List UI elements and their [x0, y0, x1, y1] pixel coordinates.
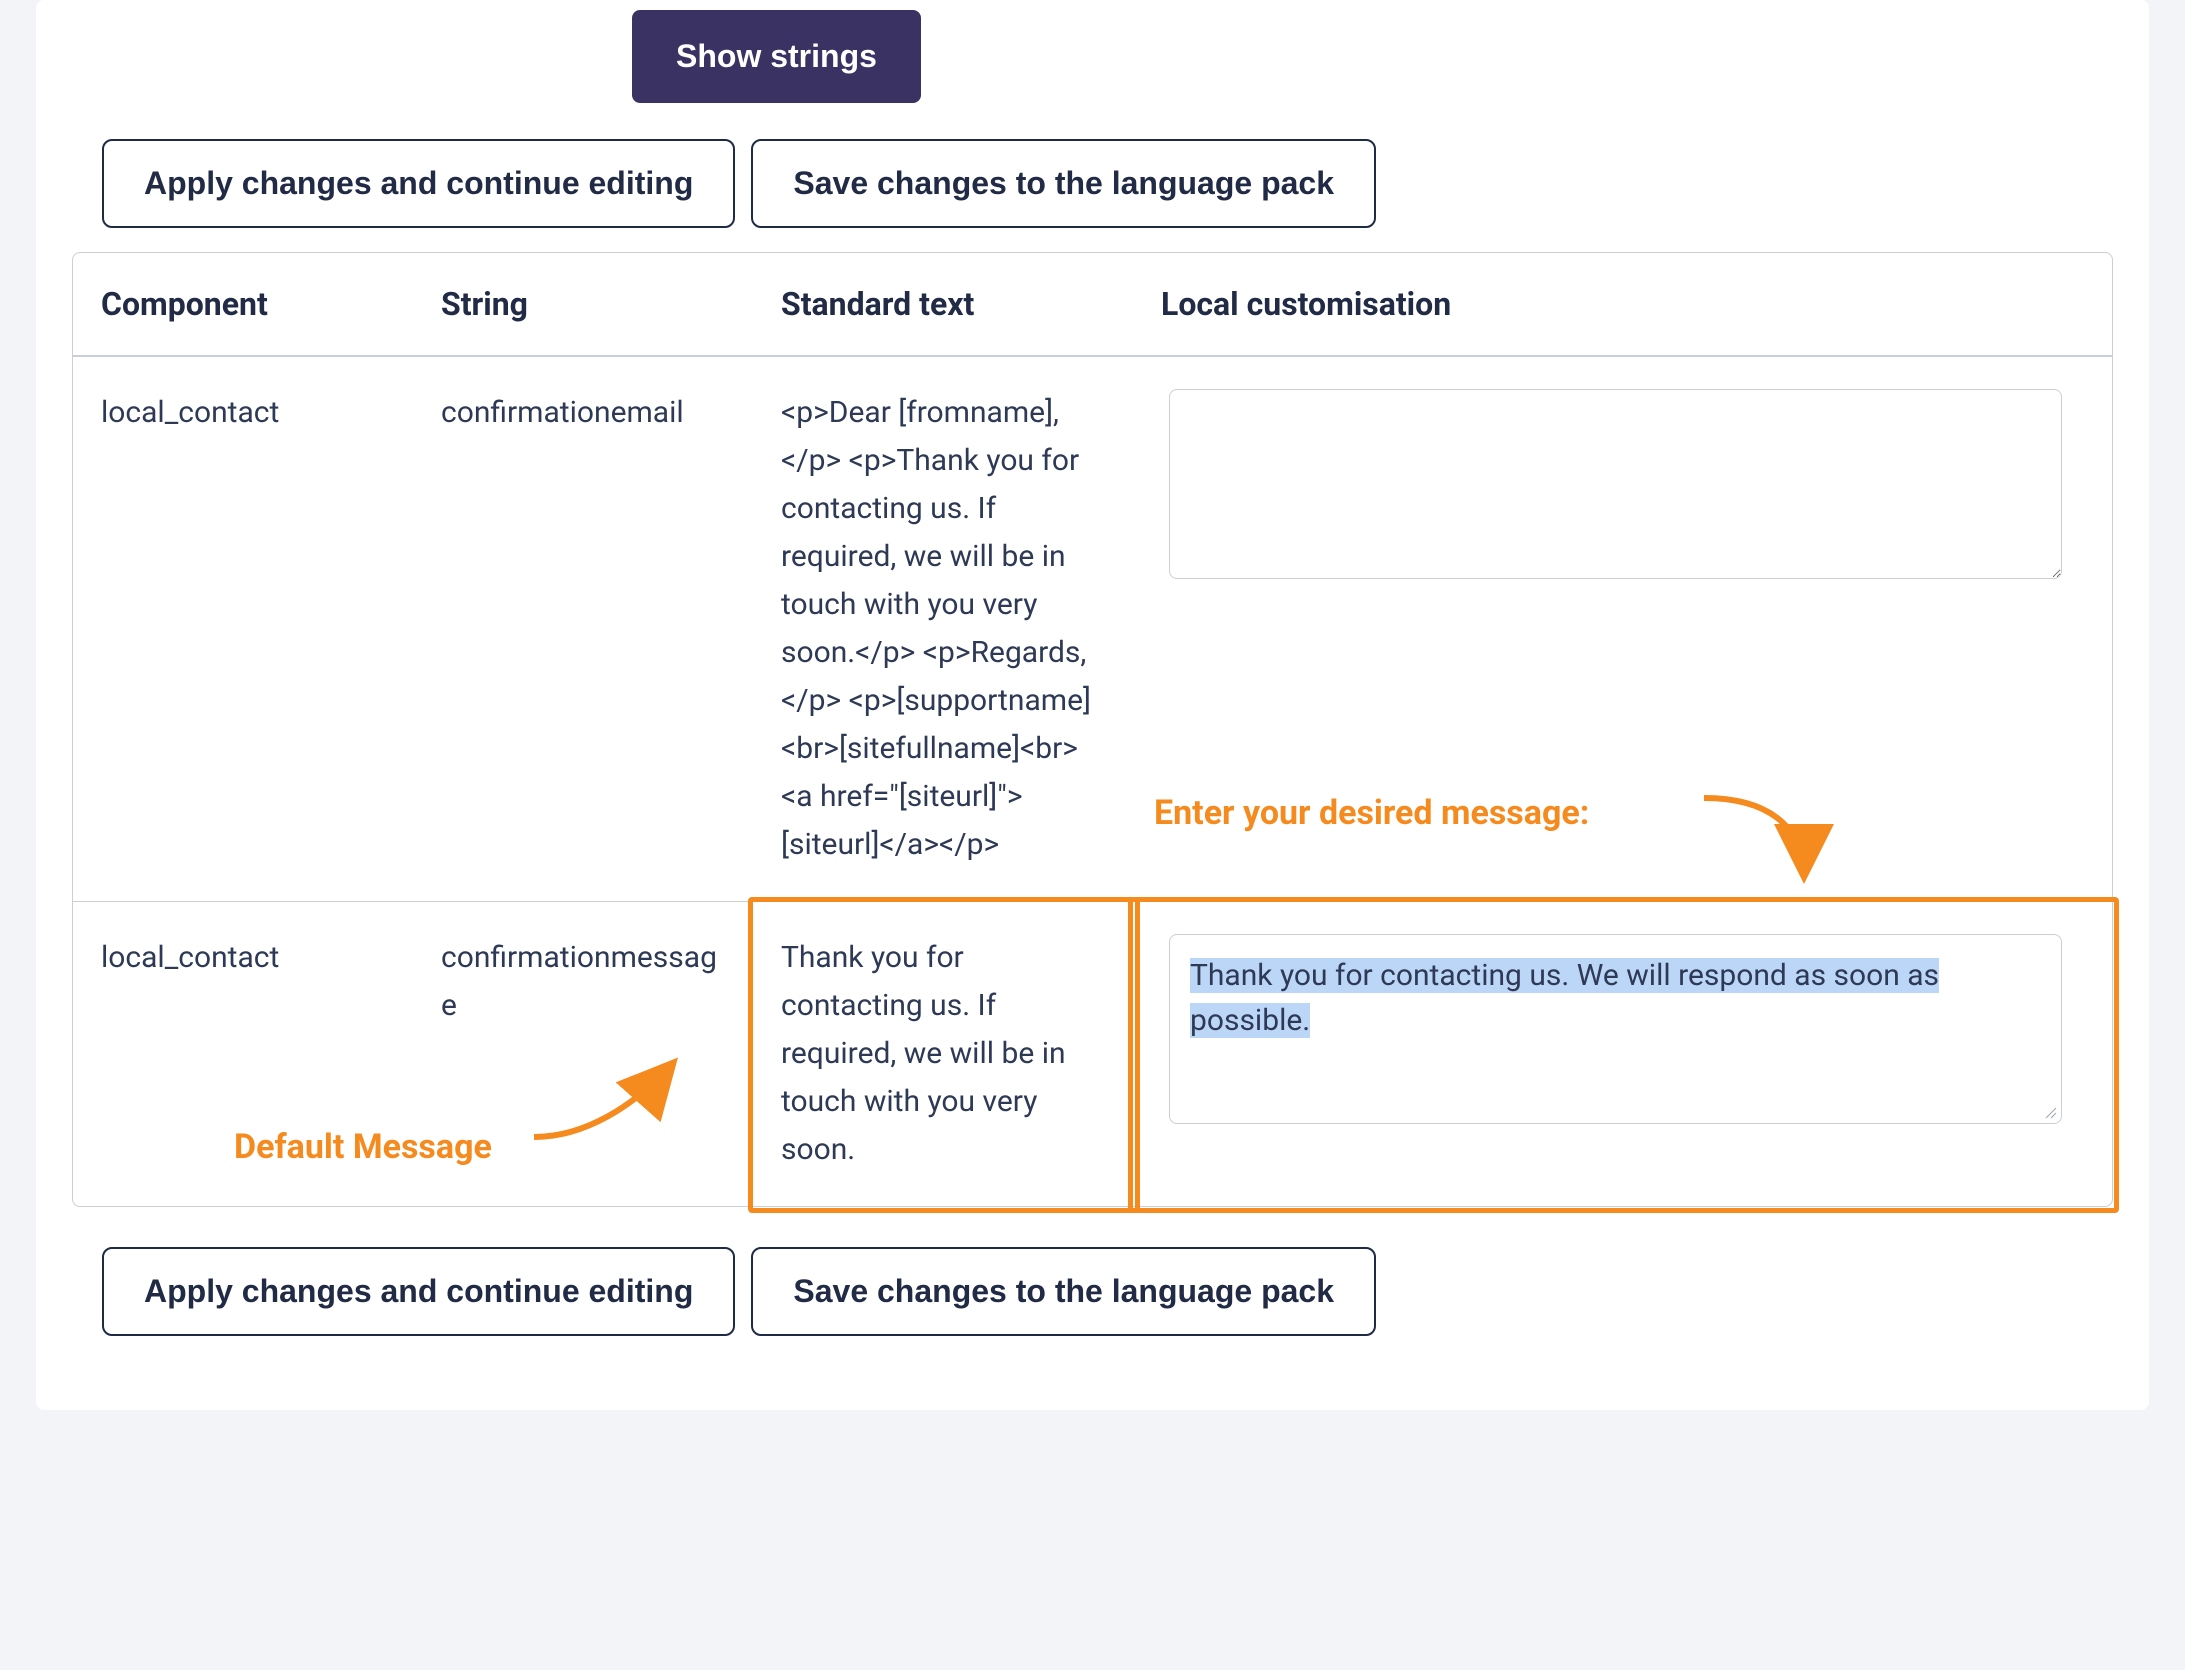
table-row: local_contact confirmationmessage Thank … — [73, 901, 2112, 1206]
cell-component: local_contact — [73, 902, 413, 1206]
cell-standard-text: <p>Dear [fromname],</p> <p>Thank you for… — [753, 357, 1133, 901]
column-header-standard: Standard text — [753, 253, 1133, 355]
cell-string-id: confirmationemail — [413, 357, 753, 901]
table-header-row: Component String Standard text Local cus… — [73, 253, 2112, 356]
local-customisation-value: Thank you for contacting us. We will res… — [1190, 958, 1939, 1038]
show-strings-button[interactable]: Show strings — [632, 10, 921, 103]
save-changes-button-top[interactable]: Save changes to the language pack — [751, 139, 1376, 228]
table-row: local_contact confirmationemail <p>Dear … — [73, 356, 2112, 901]
cell-component: local_contact — [73, 357, 413, 901]
resize-grip-icon — [2043, 1105, 2057, 1119]
apply-changes-button-top[interactable]: Apply changes and continue editing — [102, 139, 735, 228]
action-button-row-top: Apply changes and continue editing Save … — [102, 139, 2113, 228]
save-changes-button-bottom[interactable]: Save changes to the language pack — [751, 1247, 1376, 1336]
local-customisation-input[interactable]: Thank you for contacting us. We will res… — [1169, 934, 2062, 1124]
local-customisation-input[interactable] — [1169, 389, 2062, 579]
action-button-row-bottom: Apply changes and continue editing Save … — [102, 1247, 2113, 1336]
cell-local-customisation: Thank you for contacting us. We will res… — [1133, 902, 2112, 1206]
cell-local-customisation — [1133, 357, 2112, 901]
apply-changes-button-bottom[interactable]: Apply changes and continue editing — [102, 1247, 735, 1336]
cell-string-id: confirmationmessage — [413, 902, 753, 1206]
strings-table: Component String Standard text Local cus… — [72, 252, 2113, 1207]
column-header-string: String — [413, 253, 753, 355]
cell-standard-text: Thank you for contacting us. If required… — [753, 902, 1133, 1206]
column-header-component: Component — [73, 253, 413, 355]
column-header-local: Local customisation — [1133, 253, 2112, 355]
